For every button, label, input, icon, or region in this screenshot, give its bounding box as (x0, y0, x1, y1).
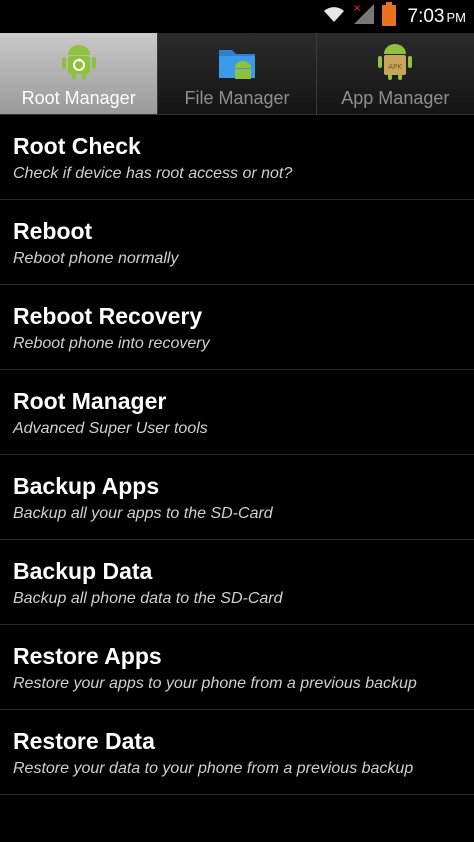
item-subtitle: Backup all your apps to the SD-Card (13, 505, 273, 522)
folder-android-icon (218, 50, 255, 79)
tab-file-manager[interactable]: File Manager (158, 33, 317, 114)
root-tools-list: Root Check Check if device has root acce… (0, 115, 474, 795)
wifi-icon (322, 4, 346, 29)
item-title: Restore Data (13, 728, 155, 754)
list-item-root-check[interactable]: Root Check Check if device has root acce… (0, 115, 474, 200)
status-bar: × 7:03 PM (0, 0, 474, 33)
list-item-restore-apps[interactable]: Restore Apps Restore your apps to your p… (0, 625, 474, 710)
list-item-backup-apps[interactable]: Backup Apps Backup all your apps to the … (0, 455, 474, 540)
list-item-restore-data[interactable]: Restore Data Restore your data to your p… (0, 710, 474, 795)
list-item-reboot[interactable]: Reboot Reboot phone normally (0, 200, 474, 285)
list-item-reboot-recovery[interactable]: Reboot Recovery Reboot phone into recove… (0, 285, 474, 370)
item-subtitle: Reboot phone normally (13, 250, 179, 267)
svg-text:×: × (353, 3, 361, 14)
item-subtitle: Restore your data to your phone from a p… (13, 760, 414, 777)
item-title: Backup Apps (13, 473, 160, 499)
signal-icon: × (352, 2, 376, 31)
item-title: Backup Data (13, 558, 153, 584)
item-subtitle: Advanced Super User tools (13, 420, 208, 437)
item-subtitle: Reboot phone into recovery (13, 335, 210, 352)
item-title: Root Check (13, 133, 141, 159)
status-time: 7:03 PM (407, 5, 466, 27)
list-item-root-manager[interactable]: Root Manager Advanced Super User tools (0, 370, 474, 455)
item-title: Reboot Recovery (13, 303, 203, 329)
svg-text:APK: APK (389, 63, 403, 71)
tab-root-manager[interactable]: Root Manager (0, 33, 159, 114)
item-subtitle: Backup all phone data to the SD-Card (13, 590, 283, 607)
item-title: Reboot (13, 218, 93, 244)
tab-bar: Root Manager File Manager APK App Manage… (0, 33, 474, 115)
android-refresh-icon (61, 45, 96, 80)
item-subtitle: Restore your apps to your phone from a p… (13, 675, 417, 692)
item-title: Restore Apps (13, 643, 162, 669)
tab-app-manager[interactable]: APK App Manager (316, 33, 474, 114)
list-item-backup-data[interactable]: Backup Data Backup all phone data to the… (0, 540, 474, 625)
item-title: Root Manager (13, 388, 167, 414)
item-subtitle: Check if device has root access or not? (13, 165, 293, 182)
battery-icon (381, 2, 396, 31)
apk-android-icon: APK (378, 44, 413, 80)
